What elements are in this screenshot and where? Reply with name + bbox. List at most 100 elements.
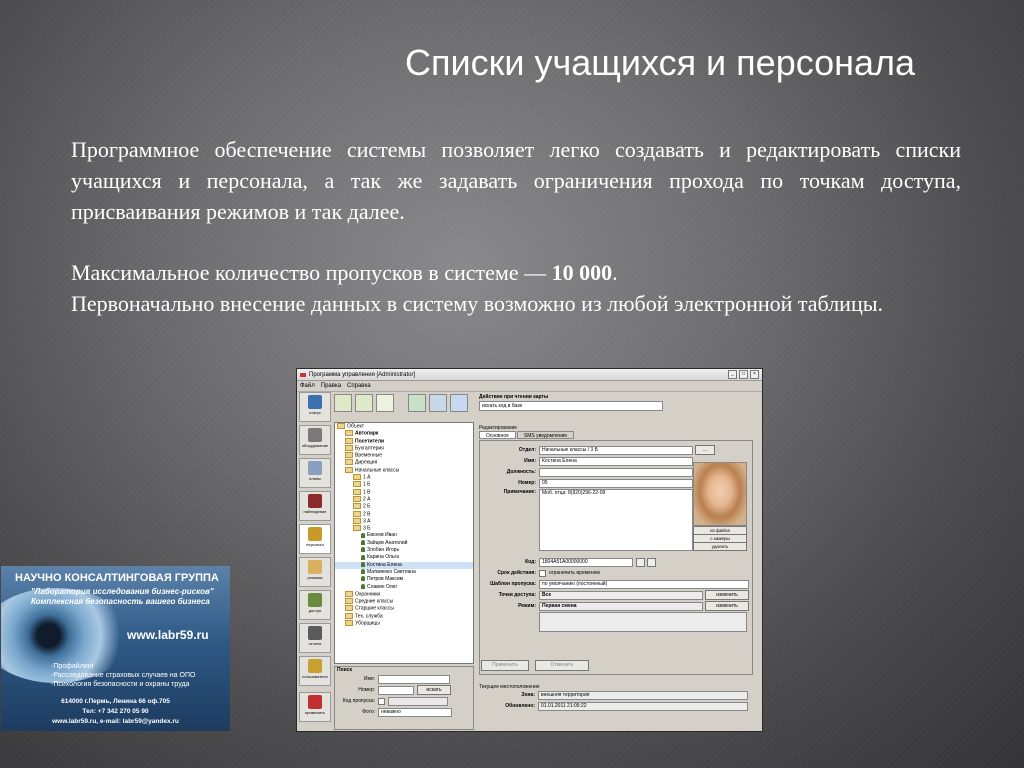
tree-folder-item[interactable]: Объект — [335, 423, 473, 430]
tree-folder-item[interactable]: 3 Б — [335, 525, 473, 532]
tree-person-item[interactable]: Петров Максим — [335, 576, 473, 583]
search-number-input[interactable] — [378, 685, 414, 695]
import-icon[interactable] — [355, 394, 373, 412]
access-change-button[interactable]: изменить — [705, 590, 749, 600]
person-icon — [361, 583, 365, 589]
tree-folder-item[interactable]: 3 А — [335, 517, 473, 525]
tree-folder-item[interactable]: Автопарк — [335, 430, 473, 437]
code-field[interactable]: 1804A51A00000000 — [539, 557, 633, 567]
tree-item-label: Старшие классы — [355, 605, 394, 612]
extra-field[interactable] — [539, 612, 747, 632]
edit-tabs: Основное SMS уведомление — [479, 431, 759, 439]
sidebar-label: применить — [305, 710, 325, 715]
photo-delete-button[interactable]: удалить — [693, 542, 747, 551]
tree-item-label: 1 А — [363, 474, 371, 481]
name-field[interactable]: Костина Елена — [539, 456, 693, 466]
menu-edit[interactable]: Правка — [321, 383, 341, 389]
tree-folder-item[interactable]: Дирекция — [335, 459, 473, 466]
sidebar-label: режимы — [307, 575, 323, 580]
folder-icon — [345, 605, 353, 612]
sidebar-item-reports[interactable]: отчеты — [299, 623, 331, 653]
tree-item-label: 1 Б — [363, 481, 371, 488]
code-copy-icon[interactable] — [636, 557, 645, 567]
sidebar-item-plans[interactable]: планы — [299, 458, 331, 488]
tree-person-item[interactable]: Злобин Игорь — [335, 547, 473, 554]
search-button[interactable]: искать — [417, 685, 451, 695]
tree-folder-item[interactable]: Начальные классы — [335, 466, 473, 474]
sidebar-item-modes[interactable]: режимы — [299, 557, 331, 587]
menu-help[interactable]: Справка — [347, 383, 371, 389]
tree-folder-item[interactable]: Временные — [335, 452, 473, 459]
mode-change-button[interactable]: изменить — [705, 601, 749, 611]
tree-person-item[interactable]: Зайцев Анатолий — [335, 540, 473, 547]
location-panel: Текущее местоположение Зона: внешняя терр… — [479, 684, 751, 712]
tree-person-item[interactable]: Матвиенко Светлана — [335, 569, 473, 576]
window-titlebar: Программа управления [Administrator] _ □… — [297, 369, 762, 381]
action-label: Действие при чтении карты — [479, 394, 549, 400]
access-field[interactable]: Все — [539, 590, 703, 600]
sidebar-item-personnel[interactable]: персонал — [299, 524, 331, 554]
sidebar: статус оборудование планы наблюдение пер… — [299, 392, 331, 729]
menu-file[interactable]: Файл — [300, 383, 315, 389]
dept-browse-button[interactable]: ... — [695, 445, 715, 455]
status-icon — [308, 395, 322, 409]
tab-main[interactable]: Основное — [479, 431, 516, 439]
code-reader-icon[interactable] — [647, 557, 656, 567]
minimize-button[interactable]: _ — [728, 370, 737, 379]
forward-icon[interactable] — [450, 394, 468, 412]
tree-person-item[interactable]: Костина Елена — [335, 561, 473, 569]
maximize-button[interactable]: □ — [739, 370, 748, 379]
tree-folder-item[interactable]: 1 В — [335, 488, 473, 496]
tree-folder-item[interactable]: 2 А — [335, 495, 473, 503]
number-field[interactable]: 05 — [539, 478, 693, 488]
tree-view[interactable]: Объект Автопарк Посетители Бухгалтерия Време… — [334, 422, 474, 664]
tree-folder-item[interactable]: Уборщицы — [335, 620, 473, 627]
tree-folder-item[interactable]: 1 А — [335, 474, 473, 481]
note-field[interactable]: Моб. отца: 8(920)296-22-09 — [539, 489, 693, 551]
tree-folder-item[interactable]: 2 В — [335, 510, 473, 518]
search-pass-code-input[interactable] — [388, 696, 448, 706]
window-title: Программа управления [Administrator] — [309, 371, 416, 378]
validity-checkbox[interactable] — [539, 569, 546, 577]
search-title: Поиск — [337, 667, 353, 673]
sidebar-item-apply[interactable]: применить — [299, 692, 331, 722]
tree-folder-item[interactable]: 1 Б — [335, 481, 473, 488]
position-field[interactable] — [539, 467, 693, 477]
tree-folder-item[interactable]: Тех. служба — [335, 612, 473, 620]
tree-folder-item[interactable]: Средние классы — [335, 598, 473, 605]
sidebar-item-access[interactable]: доступ — [299, 590, 331, 620]
sidebar-item-equipment[interactable]: оборудование — [299, 425, 331, 455]
apply-button[interactable]: Применить — [481, 660, 529, 671]
add-icon[interactable] — [334, 394, 352, 412]
sidebar-item-surveillance[interactable]: наблюдение — [299, 491, 331, 521]
tree-person-item[interactable]: Славин Олег — [335, 584, 473, 591]
tree-person-item[interactable]: Евсеев Иван — [335, 532, 473, 539]
tree-folder-item[interactable]: Охранники — [335, 590, 473, 598]
tree-folder-item[interactable]: Старшие классы — [335, 605, 473, 612]
action-select[interactable]: искать код в базе — [479, 401, 663, 411]
tab-sms[interactable]: SMS уведомление — [516, 431, 575, 439]
tree-folder-item[interactable]: Бухгалтерия — [335, 444, 473, 452]
folder-icon — [345, 466, 353, 473]
refresh-icon[interactable] — [408, 394, 426, 412]
tree-folder-item[interactable]: 2 Б — [335, 503, 473, 510]
ad-url[interactable]: www.labr59.ru — [127, 628, 209, 642]
sidebar-item-users[interactable]: пользователи — [299, 656, 331, 686]
person-icon — [361, 576, 365, 582]
dept-field[interactable]: Начальные классы / 3 Б — [539, 445, 693, 455]
cancel-button[interactable]: Отменить — [535, 660, 589, 671]
template-select[interactable]: по умолчанию (постоянный) — [539, 579, 749, 589]
mode-field[interactable]: Первая смена — [539, 601, 703, 611]
tree-folder-item[interactable]: Посетители — [335, 437, 473, 445]
edit-icon[interactable] — [376, 394, 394, 412]
search-pass-code-checkbox[interactable] — [378, 697, 385, 705]
close-button[interactable]: × — [750, 370, 759, 379]
table-icon[interactable] — [429, 394, 447, 412]
search-name-input[interactable] — [378, 674, 450, 684]
tree-item-label: Автопарк — [355, 430, 379, 437]
tree-person-item[interactable]: Карина Ольга — [335, 554, 473, 561]
search-photo-select[interactable]: неважно — [378, 707, 452, 717]
sidebar-item-status[interactable]: статус — [299, 392, 331, 422]
person-icon — [361, 547, 365, 553]
access-label: Точки доступа: — [498, 592, 536, 598]
